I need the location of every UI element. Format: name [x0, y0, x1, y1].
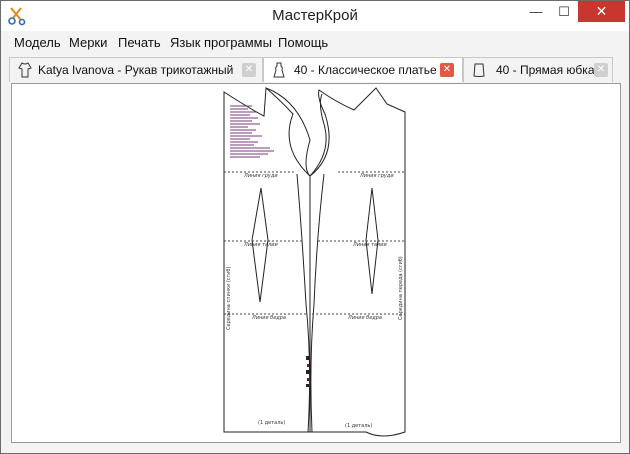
- tab-sleeve[interactable]: Katya Ivanova - Рукав трикотажный ✕: [9, 57, 263, 82]
- menu-print[interactable]: Печать: [118, 35, 161, 50]
- dress-icon: [273, 62, 285, 78]
- notch-marks: [306, 356, 309, 387]
- side-seam: [310, 173, 325, 433]
- measurement-notes: [230, 105, 274, 158]
- piece-count-label: (1 деталь): [258, 420, 285, 426]
- tab-dress-close-button[interactable]: ✕: [440, 63, 454, 77]
- skirt-icon: [473, 63, 485, 77]
- close-button[interactable]: ✕: [578, 1, 625, 22]
- tab-skirt-close-button[interactable]: ✕: [594, 63, 608, 77]
- armhole-curve: [265, 87, 311, 177]
- armhole-curve: [309, 93, 327, 177]
- tab-skirt-label: 40 - Прямая юбка: [496, 63, 595, 77]
- front-fold-label: Середина переда (сгиб): [398, 256, 404, 320]
- tab-skirt[interactable]: 40 - Прямая юбка ✕: [463, 57, 613, 82]
- chest-line-label: Линия груди: [359, 173, 394, 179]
- maximize-button[interactable]: ☐: [550, 1, 578, 22]
- hip-line-label: Линия бедра: [251, 315, 286, 321]
- hip-line-label: Линия бедра: [347, 315, 382, 321]
- waist-line-label: Линия талии: [352, 242, 388, 248]
- tab-dress[interactable]: 40 - Классическое платье ✕: [263, 57, 463, 82]
- side-seam: [296, 173, 311, 433]
- tab-sleeve-label: Katya Ivanova - Рукав трикотажный: [38, 63, 234, 77]
- menu-model[interactable]: Модель: [14, 35, 61, 50]
- tab-dress-label: 40 - Классическое платье: [294, 63, 437, 77]
- sleeve-icon: [18, 62, 32, 78]
- front-pattern-piece: [309, 87, 406, 437]
- app-window: МастерКрой — ☐ ✕ Модель Мерки Печать Язы…: [0, 0, 630, 454]
- tab-sleeve-close-button[interactable]: ✕: [242, 63, 256, 77]
- title-bar[interactable]: МастерКрой — ☐ ✕: [1, 1, 629, 31]
- back-pattern-piece: [223, 86, 311, 433]
- waist-line-label: Линия талии: [243, 242, 279, 248]
- menu-help[interactable]: Помощь: [278, 35, 328, 50]
- pattern-drawing: Линия груди Линия груди Линия талии Лини…: [223, 86, 406, 437]
- menu-measurements[interactable]: Мерки: [69, 35, 107, 50]
- back-fold-label: Середина спинки (сгиб): [226, 266, 232, 330]
- pattern-canvas[interactable]: Линия груди Линия груди Линия талии Лини…: [11, 83, 621, 443]
- piece-count-label: (1 деталь): [345, 423, 372, 429]
- document-tabs: Katya Ivanova - Рукав трикотажный ✕ 40 -…: [9, 57, 621, 83]
- menu-bar: Модель Мерки Печать Язык программы Помощ…: [1, 32, 629, 52]
- minimize-button[interactable]: —: [522, 1, 550, 22]
- chest-line-label: Линия груди: [243, 173, 278, 179]
- menu-language[interactable]: Язык программы: [170, 35, 272, 50]
